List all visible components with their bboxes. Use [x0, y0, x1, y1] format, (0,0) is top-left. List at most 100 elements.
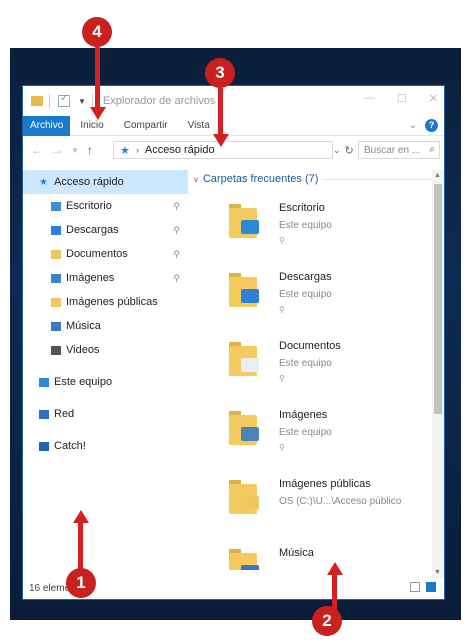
folder-name: Descargas [279, 271, 332, 283]
folder-icon [229, 480, 261, 516]
vertical-scrollbar[interactable]: ▲ ▼ [432, 170, 444, 578]
folder-location: Este equipo [279, 358, 332, 369]
folder-tile[interactable]: Descargas Este equipo ⚲ [193, 257, 433, 326]
folder-name: Documentos [279, 340, 341, 352]
folder-location: Este equipo [279, 289, 332, 300]
search-icon[interactable]: ⌕ [429, 144, 435, 155]
folder-tile[interactable]: Documentos Este equipo ⚲ [193, 326, 433, 395]
pin-icon[interactable]: ⚲ [173, 201, 180, 212]
folder-name: Escritorio [279, 202, 325, 214]
tab-archivo[interactable]: Archivo [23, 115, 71, 136]
desktop-folder-icon [51, 201, 61, 211]
pin-icon[interactable]: ⚲ [173, 249, 180, 260]
folder-tile[interactable]: Escritorio Este equipo ⚲ [193, 188, 433, 257]
callout-3: 3 [205, 58, 235, 88]
folder-location: Este equipo [279, 427, 332, 438]
content-pane: ∨ Carpetas frecuentes (7) Escritorio Este… [193, 170, 433, 570]
sidebar-item[interactable]: Red [23, 402, 188, 426]
pin-icon[interactable]: ⚲ [173, 273, 180, 284]
minimize-icon[interactable]: — [364, 92, 375, 105]
tab-vista[interactable]: Vista [178, 120, 220, 131]
sidebar-item[interactable]: Videos [23, 338, 188, 362]
help-icon[interactable]: ? [425, 119, 438, 132]
callout-4: 4 [82, 17, 112, 47]
callout-2: 2 [312, 606, 342, 636]
sidebar-item-label: Imágenes públicas [66, 296, 158, 308]
tile-list: Escritorio Este equipo ⚲ Descargas Este equi… [193, 188, 433, 570]
sidebar-item[interactable]: Este equipo [23, 370, 188, 394]
folder-icon [229, 549, 261, 570]
search-input[interactable]: Buscar en ... ⌕ [358, 141, 440, 159]
refresh-icon[interactable]: ↻ [345, 144, 354, 157]
scrollbar-thumb[interactable] [434, 184, 442, 414]
folder-tile[interactable]: Imágenes públicas OS (C:)\U...\Acceso púb… [193, 464, 433, 533]
pin-icon: ⚲ [279, 374, 285, 383]
divider [91, 94, 93, 108]
pictures-folder-icon [51, 273, 61, 283]
recent-locations-icon[interactable]: ▼ [71, 146, 79, 155]
folder-tile[interactable]: Imágenes Este equipo ⚲ [193, 395, 433, 464]
scroll-up-icon[interactable]: ▲ [434, 172, 441, 179]
folder-name: Imágenes [279, 409, 328, 421]
network-icon [39, 409, 49, 419]
details-view-icon[interactable] [410, 582, 420, 592]
folder-location: OS (C:)\U...\Acceso público [279, 496, 402, 507]
pin-icon: ⚲ [279, 443, 285, 452]
folder-name: Música [279, 547, 314, 559]
sidebar-item-label: Descargas [66, 224, 119, 236]
sidebar-item[interactable]: Escritorio ⚲ [23, 194, 188, 218]
folder-location: Este equipo [279, 220, 332, 231]
ribbon-tabs: Archivo Inicio Compartir Vista ⌄ ? [23, 115, 444, 136]
catch-icon [39, 441, 49, 451]
chevron-down-icon[interactable]: ▼ [78, 97, 86, 106]
properties-icon[interactable] [58, 93, 70, 107]
sidebar-item[interactable]: Documentos ⚲ [23, 242, 188, 266]
sidebar-item[interactable]: Catch! [23, 434, 188, 458]
tab-compartir[interactable]: Compartir [114, 120, 178, 131]
up-icon[interactable]: ↑ [87, 143, 93, 157]
group-title: Carpetas frecuentes (7) [202, 173, 319, 185]
tiles-view-icon[interactable] [426, 582, 436, 592]
chevron-down-icon[interactable]: ∨ [193, 175, 199, 184]
divider [324, 178, 433, 180]
tab-inicio[interactable]: Inicio [70, 120, 113, 131]
downloads-folder-icon [51, 225, 61, 235]
sidebar-item[interactable]: ★ Acceso rápido [23, 170, 188, 194]
sidebar-item-label: Música [66, 320, 101, 332]
address-tools: ⌄ ↻ [333, 141, 357, 159]
expand-ribbon-icon[interactable]: ⌄ [409, 120, 417, 131]
breadcrumb-separator-icon[interactable]: › [136, 145, 139, 155]
sidebar-item-label: Escritorio [66, 200, 112, 212]
sidebar-item[interactable]: Imágenes públicas [23, 290, 188, 314]
sidebar-item-label: Imágenes [66, 272, 115, 284]
star-icon: ★ [39, 176, 48, 188]
forward-icon[interactable]: → [51, 143, 63, 157]
maximize-icon[interactable]: ☐ [397, 92, 407, 105]
folder-icon [31, 96, 43, 106]
computer-icon [39, 377, 49, 387]
window-controls: — ☐ ✕ [364, 92, 438, 105]
breadcrumb[interactable]: Acceso rápido [145, 144, 215, 156]
ribbon-controls: ⌄ ? [409, 119, 438, 132]
folder-icon [229, 204, 261, 240]
callout-4-arrowhead [90, 107, 106, 120]
scroll-down-icon[interactable]: ▼ [434, 569, 441, 576]
sidebar-item[interactable]: Imágenes ⚲ [23, 266, 188, 290]
callout-3-arrow [218, 88, 223, 136]
callout-3-arrowhead [213, 134, 229, 147]
address-dropdown-icon[interactable]: ⌄ [333, 145, 341, 156]
pin-icon[interactable]: ⚲ [173, 225, 180, 236]
close-icon[interactable]: ✕ [429, 92, 438, 105]
sidebar-item-label: Este equipo [54, 376, 113, 388]
sidebar-item-label: Red [54, 408, 75, 420]
documents-folder-icon [51, 249, 61, 259]
sidebar-item-label: Documentos [66, 248, 128, 260]
group-header[interactable]: ∨ Carpetas frecuentes (7) [193, 170, 433, 188]
sidebar-item[interactable]: Música [23, 314, 188, 338]
star-icon: ★ [120, 144, 130, 157]
back-icon[interactable]: ← [31, 143, 43, 157]
callout-4-arrow [95, 47, 100, 109]
folder-tile[interactable]: Música [193, 533, 433, 570]
divider [49, 94, 50, 108]
sidebar-item[interactable]: Descargas ⚲ [23, 218, 188, 242]
